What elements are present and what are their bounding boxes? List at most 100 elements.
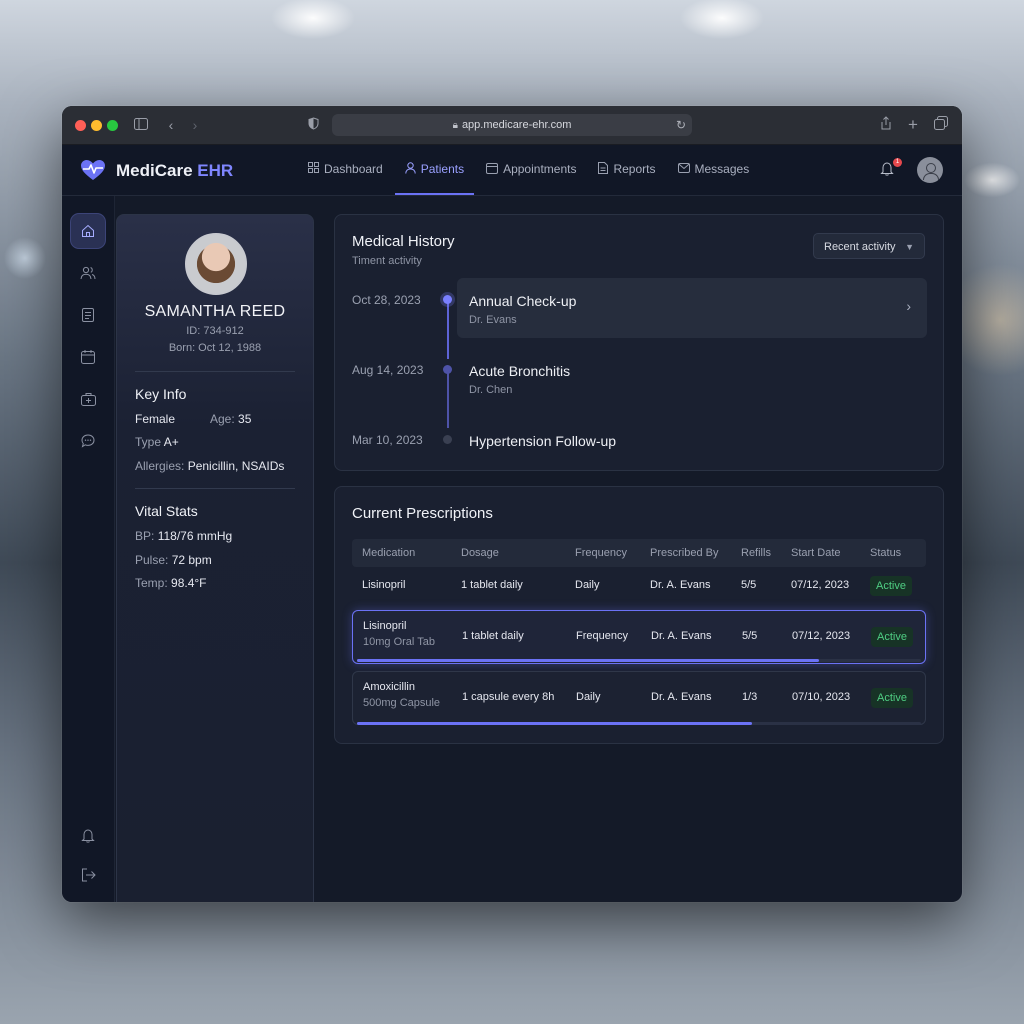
cell-prescriber: Dr. A. Evans — [651, 691, 712, 703]
icon-sidebar — [62, 196, 115, 902]
cell-dosage: 1 tablet daily — [461, 579, 523, 591]
grid-icon — [308, 162, 319, 176]
user-avatar[interactable] — [917, 157, 943, 183]
timeline-dot — [443, 295, 452, 304]
brand-name[interactable]: MediCare EHR — [116, 161, 233, 181]
records-icon[interactable] — [71, 298, 105, 332]
timeline-event-card[interactable]: Acute Bronchitis Dr. Chen — [457, 348, 927, 408]
nav-dashboard[interactable]: Dashboard — [298, 145, 393, 195]
timeline-dot — [443, 435, 452, 444]
url-text: app.medicare-ehr.com — [461, 119, 572, 131]
cell-frequency: Daily — [576, 691, 601, 703]
new-tab-icon[interactable]: + — [904, 116, 922, 134]
activity-filter-dropdown[interactable]: Recent activity ▼ — [813, 233, 925, 259]
chevron-right-icon: › — [906, 298, 911, 314]
minimize-window-button[interactable] — [91, 120, 102, 131]
timeline-event-card[interactable]: Hypertension Follow-up — [457, 418, 927, 458]
key-info-title: Key Info — [135, 386, 187, 402]
activity-filter-value: Recent activity — [824, 241, 896, 253]
timeline-connector — [447, 372, 449, 428]
event-title: Annual Check-up — [469, 293, 577, 309]
medical-kit-icon[interactable] — [71, 382, 105, 416]
cell-medication: Amoxicillin — [363, 681, 415, 693]
refill-progress-bar — [357, 659, 921, 662]
cell-medication-detail: 500mg Capsule — [363, 697, 441, 709]
nav-reports-label: Reports — [613, 162, 656, 176]
prescriptions-panel: Current Prescriptions Medication Dosage … — [334, 486, 944, 744]
chevron-down-icon: ▼ — [905, 242, 914, 252]
refill-progress-bar — [357, 722, 921, 725]
calendar-icon — [486, 162, 499, 177]
timeline-date: Aug 14, 2023 — [352, 363, 424, 377]
divider — [135, 488, 295, 489]
nav-dashboard-label: Dashboard — [324, 162, 383, 176]
table-row[interactable]: Amoxicillin 500mg Capsule 1 capsule ever… — [352, 671, 926, 725]
home-icon[interactable] — [71, 214, 105, 248]
cell-start-date: 07/12, 2023 — [792, 630, 851, 642]
logout-icon[interactable] — [71, 858, 105, 892]
brand-main: MediCare — [116, 161, 193, 180]
event-doctor: Dr. Chen — [469, 384, 513, 396]
column-header[interactable]: Status — [870, 547, 901, 559]
cell-dosage: 1 tablet daily — [462, 630, 524, 642]
tabs-overview-icon[interactable] — [932, 116, 950, 134]
main-nav: Dashboard Patients Appointments Reports — [298, 145, 761, 195]
back-arrow-icon[interactable]: ‹ — [162, 116, 180, 134]
document-icon — [598, 161, 609, 177]
chat-icon[interactable] — [71, 424, 105, 458]
column-header[interactable]: Prescribed By — [650, 547, 718, 559]
notifications-bell-icon[interactable] — [880, 161, 894, 180]
cell-dosage: 1 capsule every 8h — [462, 691, 555, 703]
close-window-button[interactable] — [75, 120, 86, 131]
patient-id: ID: 734-912 — [186, 325, 244, 337]
vital-stats-title: Vital Stats — [135, 503, 198, 519]
patient-allergies: Allergies: Penicillin, NSAIDs — [135, 459, 285, 473]
cell-prescriber: Dr. A. Evans — [650, 579, 711, 591]
cell-start-date: 07/10, 2023 — [792, 691, 851, 703]
column-header[interactable]: Refills — [741, 547, 771, 559]
cell-frequency: Frequency — [576, 630, 628, 642]
browser-toolbar: ‹ › 🔒︎ app.medicare-ehr.com ↻ + — [62, 106, 962, 145]
users-icon[interactable] — [71, 256, 105, 290]
timeline-connector — [447, 301, 449, 359]
cell-refills: 5/5 — [742, 630, 758, 642]
event-title: Acute Bronchitis — [469, 363, 571, 379]
patient-profile-card: SAMANTHA REED ID: 734-912 Born: Oct 12, … — [116, 214, 314, 902]
calendar-icon[interactable] — [71, 340, 105, 374]
address-bar[interactable]: 🔒︎ app.medicare-ehr.com ↻ — [332, 114, 692, 136]
forward-arrow-icon[interactable]: › — [186, 116, 204, 134]
nav-messages-label: Messages — [694, 162, 750, 176]
column-header[interactable]: Medication — [362, 547, 415, 559]
sidebar-toggle-icon[interactable] — [132, 116, 150, 134]
divider — [135, 371, 295, 372]
patient-sex: Female — [135, 412, 176, 426]
column-header[interactable]: Start Date — [791, 547, 841, 559]
nav-reports[interactable]: Reports — [588, 145, 665, 195]
timeline-event-card[interactable]: Annual Check-up Dr. Evans › — [457, 278, 927, 338]
cell-start-date: 07/12, 2023 — [791, 579, 850, 591]
prescriptions-table-header: Medication Dosage Frequency Prescribed B… — [352, 539, 926, 567]
nav-messages[interactable]: Messages — [668, 145, 760, 195]
table-row[interactable]: Lisinopril 1 tablet daily Daily Dr. A. E… — [352, 571, 926, 611]
medical-history-title: Medical History — [352, 233, 455, 250]
alerts-bell-icon[interactable] — [71, 818, 105, 852]
nav-patients-label: Patients — [420, 162, 465, 176]
cell-medication: Lisinopril — [363, 620, 407, 632]
browser-window: ‹ › 🔒︎ app.medicare-ehr.com ↻ + MediCare … — [62, 106, 962, 902]
nav-appointments[interactable]: Appointments — [476, 145, 586, 195]
zoom-window-button[interactable] — [107, 120, 118, 131]
patient-blood-type: Type A+ — [135, 435, 179, 449]
shield-icon[interactable] — [304, 116, 322, 134]
status-badge: Active — [870, 576, 912, 596]
timeline-date: Oct 28, 2023 — [352, 293, 421, 307]
share-icon[interactable] — [877, 116, 895, 134]
medical-history-subtitle: Timent activity — [352, 255, 422, 267]
table-row[interactable]: Lisinopril 10mg Oral Tab 1 tablet daily … — [352, 610, 926, 664]
event-title: Hypertension Follow-up — [469, 433, 617, 449]
nav-patients[interactable]: Patients — [394, 145, 475, 195]
vital-bp: BP: 118/76 mmHg — [135, 529, 233, 543]
reload-icon[interactable]: ↻ — [676, 114, 686, 136]
column-header[interactable]: Frequency — [575, 547, 627, 559]
column-header[interactable]: Dosage — [461, 547, 499, 559]
cell-prescriber: Dr. A. Evans — [651, 630, 712, 642]
